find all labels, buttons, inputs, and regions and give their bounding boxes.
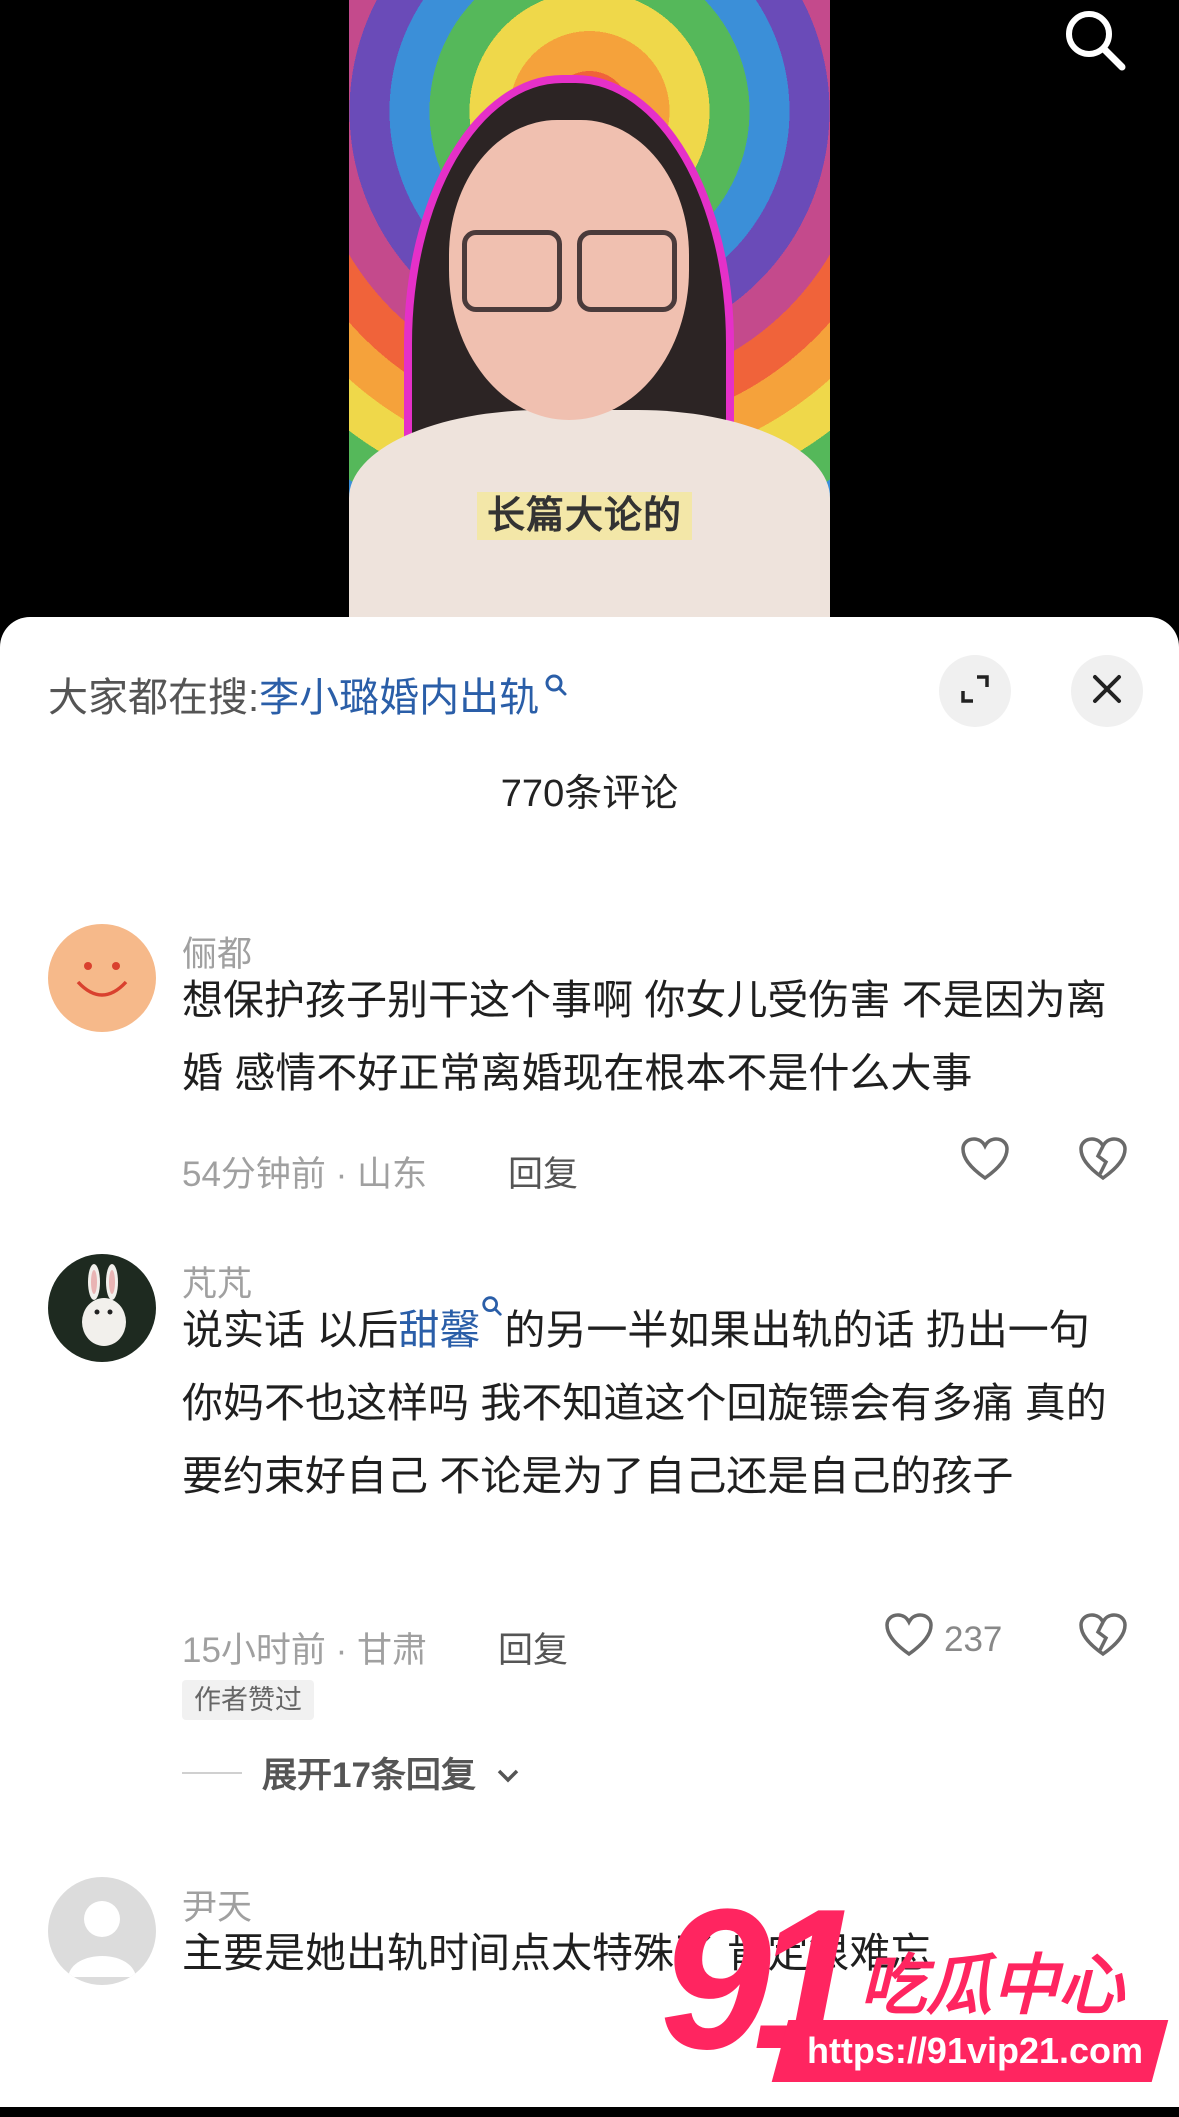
hot-search-prefix: 大家都在搜: [48, 676, 260, 720]
like-count: 237 [944, 1619, 1003, 1659]
expand-replies-label: 展开17条回复 [262, 1756, 476, 1795]
heart-icon [960, 1136, 1010, 1191]
expand-icon [957, 671, 993, 712]
dislike-button[interactable] [1078, 1136, 1128, 1187]
comment-text: 说实话 以后甜馨 的另一半如果出轨的话 扔出一句 你妈不也这样吗 我不知道这个回旋… [182, 1294, 1132, 1513]
search-small-icon [480, 1296, 504, 1353]
comment-meta: 15小时前 · 甘肃 [182, 1631, 428, 1670]
video-player[interactable]: 长篇大论的 [0, 0, 1179, 640]
expand-replies-button[interactable]: 展开17条回复 [182, 1747, 520, 1798]
reply-button[interactable]: 回复 [508, 1146, 578, 1197]
watermark-logo: 91 吃瓜中心 https://91vip21.com [650, 1880, 1170, 2095]
expand-button[interactable] [939, 655, 1011, 727]
comment-text: 想保护孩子别干这个事啊 你女儿受伤害 不是因为离婚 感情不好正常离婚现在根本不是… [182, 977, 1107, 1096]
search-small-icon [543, 663, 569, 708]
search-icon[interactable] [1060, 5, 1130, 75]
hot-search-term[interactable]: 李小璐婚内出轨 [259, 676, 539, 720]
comment-item: 芃芃 说实话 以后甜馨 的另一半如果出轨的话 扔出一句 你妈不也这样吗 我不知道这… [0, 1254, 1179, 1724]
hot-search-bar[interactable]: 大家都在搜:李小璐婚内出轨 [48, 665, 569, 723]
comment-item: 俪都 想保护孩子别干这个事啊 你女儿受伤害 不是因为离婚 感情不好正常离婚现在根… [0, 924, 1179, 1224]
glasses-right [577, 230, 677, 312]
like-button[interactable]: 237 [884, 1612, 1002, 1667]
broken-heart-icon [1078, 1137, 1128, 1186]
avatar[interactable] [48, 1877, 156, 1985]
comment-meta: 54分钟前 · 山东 [182, 1155, 428, 1194]
dislike-button[interactable] [1078, 1612, 1128, 1663]
close-button[interactable] [1071, 655, 1143, 727]
divider [182, 1771, 242, 1774]
like-button[interactable] [960, 1136, 1010, 1191]
avatar[interactable] [48, 924, 156, 1032]
watermark-url: https://91vip21.com [806, 2030, 1144, 2071]
comment-text-part: 说实话 以后 [182, 1307, 399, 1353]
comment-search-link[interactable]: 甜馨 [398, 1307, 480, 1353]
watermark-text: 吃瓜中心 [860, 1948, 1124, 2022]
avatar[interactable] [48, 1254, 156, 1362]
broken-heart-icon [1078, 1613, 1128, 1662]
heart-icon [884, 1612, 934, 1667]
video-caption: 长篇大论的 [477, 492, 693, 540]
chevron-down-icon [496, 1753, 520, 1793]
reply-button[interactable]: 回复 [498, 1622, 568, 1673]
comment-count: 770条评论 [500, 773, 679, 815]
glasses-left [462, 230, 562, 312]
close-icon [1090, 672, 1124, 711]
author-liked-badge: 作者赞过 [182, 1680, 314, 1720]
